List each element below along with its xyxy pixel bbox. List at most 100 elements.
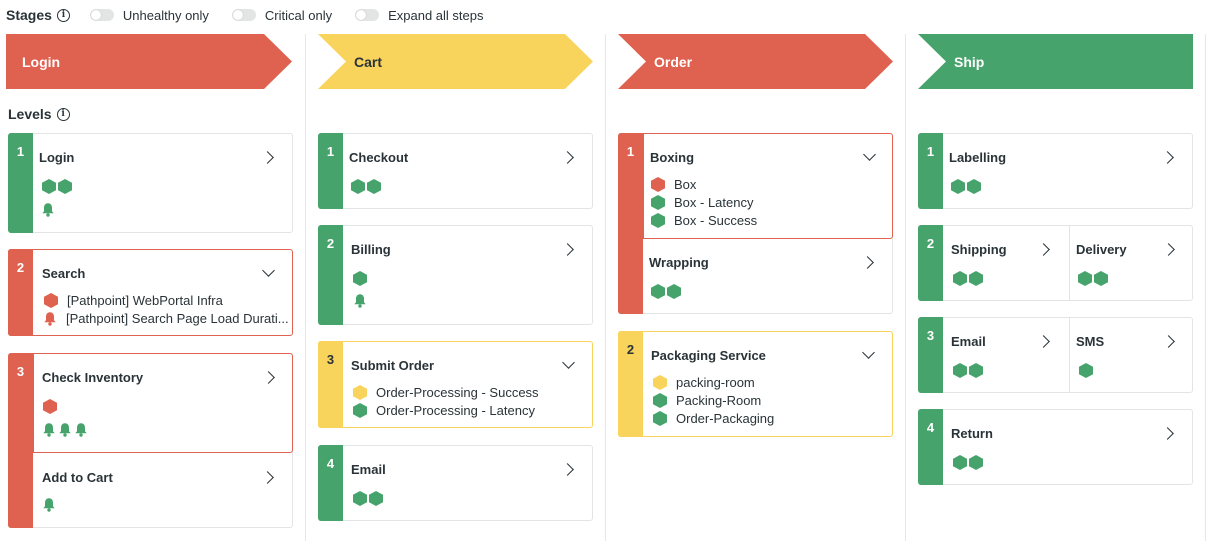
column-divider	[305, 34, 306, 541]
level-number: 1	[926, 144, 935, 159]
stage-name: Cart	[354, 53, 383, 70]
chevron-right-icon[interactable]	[1037, 243, 1050, 256]
chevron-right-icon[interactable]	[1161, 427, 1174, 440]
signal-item[interactable]: Order-Processing - Latency	[353, 403, 535, 418]
step-submit-order[interactable]: Submit Order Order-Processing - Success …	[343, 342, 592, 427]
chevron-right-icon[interactable]	[1162, 335, 1175, 348]
signal-item[interactable]: Order-Packaging	[653, 411, 774, 426]
signal-name: [Pathpoint] WebPortal Infra	[67, 293, 223, 308]
chevron-right-icon[interactable]	[261, 471, 274, 484]
toggle-switch-icon[interactable]	[231, 9, 256, 21]
signal-item[interactable]: Box - Latency	[651, 195, 754, 210]
step-login[interactable]: Login	[33, 134, 292, 232]
stage-name: Ship	[954, 53, 985, 70]
level-number: 1	[326, 144, 335, 159]
hex-icon	[653, 393, 667, 408]
level-number: 1	[626, 144, 635, 159]
chevron-right-icon[interactable]	[561, 243, 574, 256]
expand-all-steps-toggle[interactable]: Expand all steps	[355, 8, 484, 23]
level-number: 1	[16, 144, 25, 159]
step-email[interactable]: Email	[943, 318, 1069, 392]
levels-label: Levels i	[8, 106, 70, 122]
step-check-inventory[interactable]: Check Inventory	[33, 353, 293, 453]
info-icon[interactable]: i	[56, 107, 70, 121]
chevron-down-icon[interactable]	[862, 346, 875, 359]
step-email[interactable]: Email	[343, 446, 592, 520]
stage-header-ship[interactable]: Ship	[918, 34, 1193, 89]
stage-header-order[interactable]: Order	[618, 34, 893, 89]
step-add-to-cart[interactable]: Add to Cart	[33, 454, 292, 527]
critical-only-toggle[interactable]: Critical only	[231, 8, 332, 23]
step-sms[interactable]: SMS	[1070, 318, 1192, 392]
step-title: Packaging Service	[651, 348, 766, 363]
step-title: Email	[351, 462, 386, 477]
signal-item[interactable]: Box - Success	[651, 213, 757, 228]
stage-column-login: Login Levels i 1 Login 2 Search [Pathpoi…	[6, 34, 294, 541]
step-checkout[interactable]: Checkout	[343, 134, 592, 208]
hex-icon	[953, 455, 967, 470]
chevron-right-icon[interactable]	[561, 151, 574, 164]
step-title: Check Inventory	[42, 370, 144, 385]
hex-icon	[367, 179, 381, 194]
bell-icon	[74, 422, 88, 437]
step-labelling[interactable]: Labelling	[943, 134, 1192, 208]
step-search[interactable]: Search [Pathpoint] WebPortal Infra [Path…	[33, 250, 292, 335]
chevron-right-icon[interactable]	[262, 371, 275, 384]
toggle-switch-icon[interactable]	[355, 9, 380, 21]
level-2: 2 Billing	[318, 225, 593, 325]
signal-hex-row	[651, 284, 681, 299]
alert-bell-row	[42, 422, 88, 437]
bell-icon	[41, 202, 55, 217]
level-number: 3	[926, 328, 935, 343]
chevron-right-icon[interactable]	[861, 256, 874, 269]
chevron-right-icon[interactable]	[561, 463, 574, 476]
chevron-right-icon[interactable]	[1037, 335, 1050, 348]
level-number: 4	[326, 456, 335, 471]
step-title: Checkout	[349, 150, 409, 165]
level-number: 3	[16, 364, 25, 379]
step-title: Add to Cart	[42, 470, 113, 485]
stage-header-cart[interactable]: Cart	[318, 34, 593, 89]
step-wrapping[interactable]: Wrapping	[643, 239, 892, 313]
chevron-down-icon[interactable]	[863, 148, 876, 161]
chevron-right-icon[interactable]	[1162, 243, 1175, 256]
hex-icon	[44, 293, 58, 308]
hex-icon	[653, 375, 667, 390]
signal-hex-row	[42, 179, 72, 194]
signal-hex-row	[353, 491, 383, 506]
step-packaging-service[interactable]: Packaging Service packing-room Packing-R…	[643, 332, 892, 436]
step-return[interactable]: Return	[943, 410, 1192, 484]
chevron-right-icon[interactable]	[1161, 151, 1174, 164]
signal-item[interactable]: Packing-Room	[653, 393, 761, 408]
signal-item[interactable]: packing-room	[653, 375, 755, 390]
signal-hex-row	[951, 179, 981, 194]
hex-icon	[651, 284, 665, 299]
step-shipping[interactable]: Shipping	[943, 226, 1069, 300]
level-number: 3	[326, 352, 335, 367]
chevron-down-icon[interactable]	[562, 356, 575, 369]
hex-icon	[953, 363, 967, 378]
unhealthy-only-toggle[interactable]: Unhealthy only	[89, 8, 209, 23]
step-boxing[interactable]: Boxing Box Box - Latency Box - Success	[643, 133, 893, 239]
stage-name: Login	[22, 53, 61, 70]
bell-icon	[43, 311, 57, 326]
step-billing[interactable]: Billing	[343, 226, 592, 324]
chevron-down-icon[interactable]	[262, 264, 275, 277]
step-delivery[interactable]: Delivery	[1070, 226, 1192, 300]
signal-item[interactable]: [Pathpoint] Search Page Load Durati...	[43, 311, 289, 326]
step-title: Billing	[351, 242, 391, 257]
signal-item[interactable]: [Pathpoint] WebPortal Infra	[44, 293, 284, 308]
signal-name: [Pathpoint] Search Page Load Durati...	[66, 311, 289, 326]
hex-icon	[967, 179, 981, 194]
level-1: 1 Login	[8, 133, 293, 233]
hex-icon	[969, 271, 983, 286]
hex-icon	[1078, 271, 1092, 286]
signal-name: Box - Latency	[674, 195, 754, 210]
toggle-switch-icon[interactable]	[89, 9, 114, 21]
stage-header-login[interactable]: Login	[6, 34, 292, 89]
chevron-right-icon[interactable]	[261, 151, 274, 164]
signal-item[interactable]: Order-Processing - Success	[353, 385, 539, 400]
stage-name: Order	[654, 53, 693, 70]
signal-item[interactable]: Box	[651, 177, 696, 192]
info-icon[interactable]: i	[56, 8, 70, 22]
